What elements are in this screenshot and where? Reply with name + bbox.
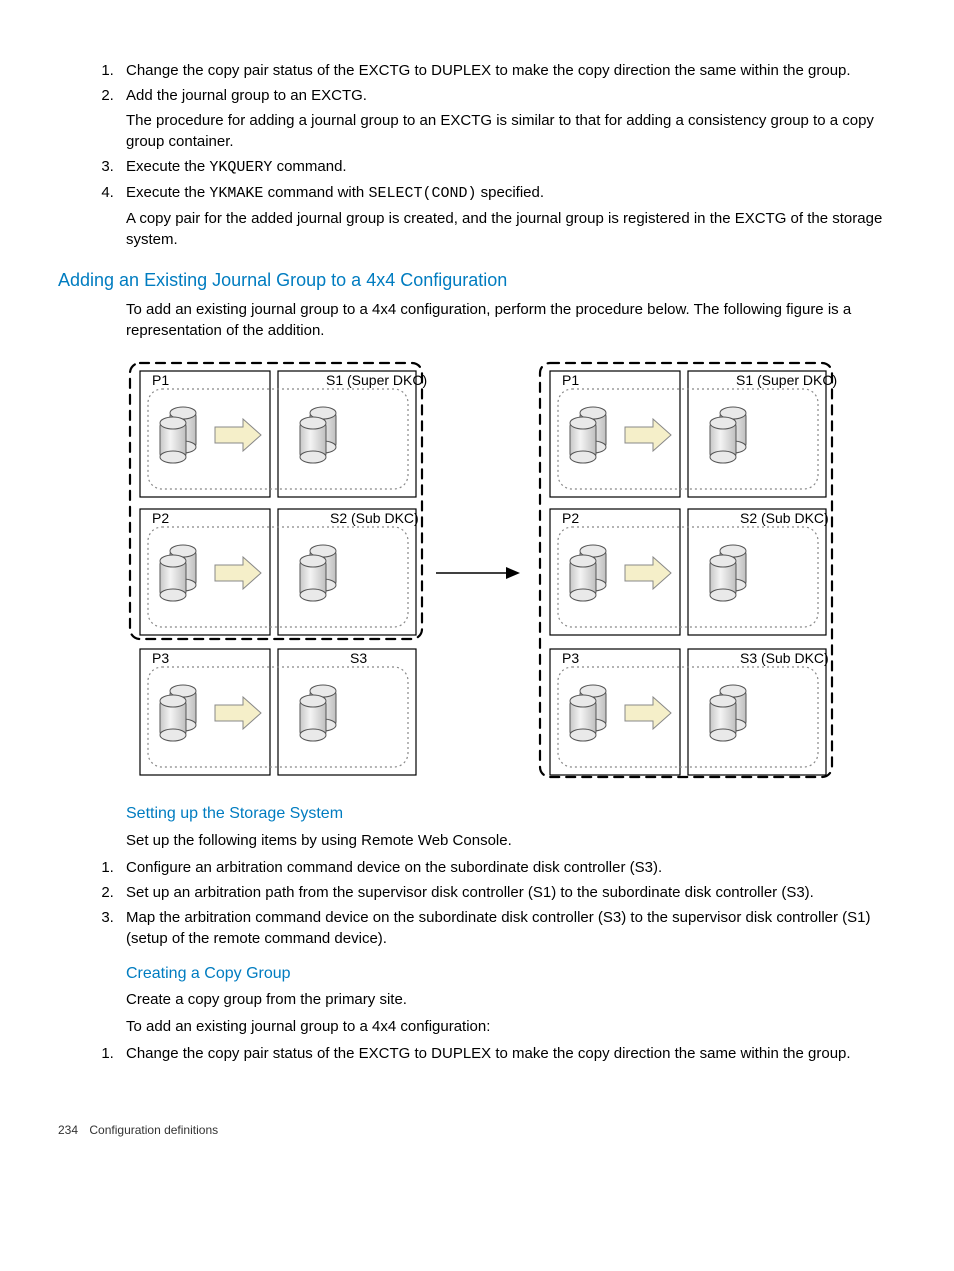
figure-label: P2 (562, 510, 579, 526)
list-sub: The procedure for adding a journal group… (126, 110, 896, 152)
txt: Execute the (126, 158, 209, 175)
txt: command with (263, 184, 368, 201)
figure-label: P3 (152, 650, 169, 666)
procedure-list-2: Configure an arbitration command device … (80, 857, 896, 949)
list-item: Execute the YKQUERY command. (118, 156, 896, 178)
txt: command. (272, 158, 346, 175)
list-item: Configure an arbitration command device … (118, 857, 896, 878)
figure-diagram: .solid-box { fill:#fff; stroke:#000; str… (126, 357, 896, 787)
list-item: Add the journal group to an EXCTG. The p… (118, 85, 896, 152)
footer-section: Configuration definitions (89, 1123, 218, 1137)
section-heading-storage: Setting up the Storage System (126, 803, 896, 825)
procedure-list-3: Change the copy pair status of the EXCTG… (80, 1043, 896, 1064)
procedure-list-1: Change the copy pair status of the EXCTG… (80, 60, 896, 250)
figure-label: S2 (Sub DKC) (330, 510, 419, 526)
list-item: Map the arbitration command device on th… (118, 907, 896, 949)
command: SELECT(COND) (368, 185, 476, 202)
figure-label: P3 (562, 650, 579, 666)
list-item: Change the copy pair status of the EXCTG… (118, 1043, 896, 1064)
figure-label: S1 (Super DKC) (736, 372, 837, 388)
command: YKQUERY (209, 159, 272, 176)
figure-label: S3 (350, 650, 367, 666)
list-item: Execute the YKMAKE command with SELECT(C… (118, 182, 896, 250)
transition-arrow-icon (436, 567, 520, 579)
txt: specified. (476, 184, 544, 201)
figure-label: S1 (Super DKC) (326, 372, 427, 388)
page-footer: 234 Configuration definitions (58, 1122, 896, 1139)
paragraph: Set up the following items by using Remo… (126, 830, 896, 851)
figure-label: P1 (562, 372, 579, 388)
paragraph: To add an existing journal group to a 4x… (126, 299, 896, 341)
list-item: Set up an arbitration path from the supe… (118, 882, 896, 903)
figure-label: S3 (Sub DKC) (740, 650, 829, 666)
figure-label: P2 (152, 510, 169, 526)
command: YKMAKE (209, 185, 263, 202)
list-item: Change the copy pair status of the EXCTG… (118, 60, 896, 81)
section-heading-copygroup: Creating a Copy Group (126, 963, 896, 985)
list-sub: A copy pair for the added journal group … (126, 208, 896, 250)
section-heading-adding: Adding an Existing Journal Group to a 4x… (58, 268, 896, 293)
figure-label: S2 (Sub DKC) (740, 510, 829, 526)
list-text: Change the copy pair status of the EXCTG… (126, 62, 851, 79)
paragraph: Create a copy group from the primary sit… (126, 989, 896, 1010)
list-text: Add the journal group to an EXCTG. (126, 87, 367, 104)
figure-label: P1 (152, 372, 169, 388)
paragraph: To add an existing journal group to a 4x… (126, 1016, 896, 1037)
txt: Execute the (126, 184, 209, 201)
page-number: 234 (58, 1122, 78, 1139)
